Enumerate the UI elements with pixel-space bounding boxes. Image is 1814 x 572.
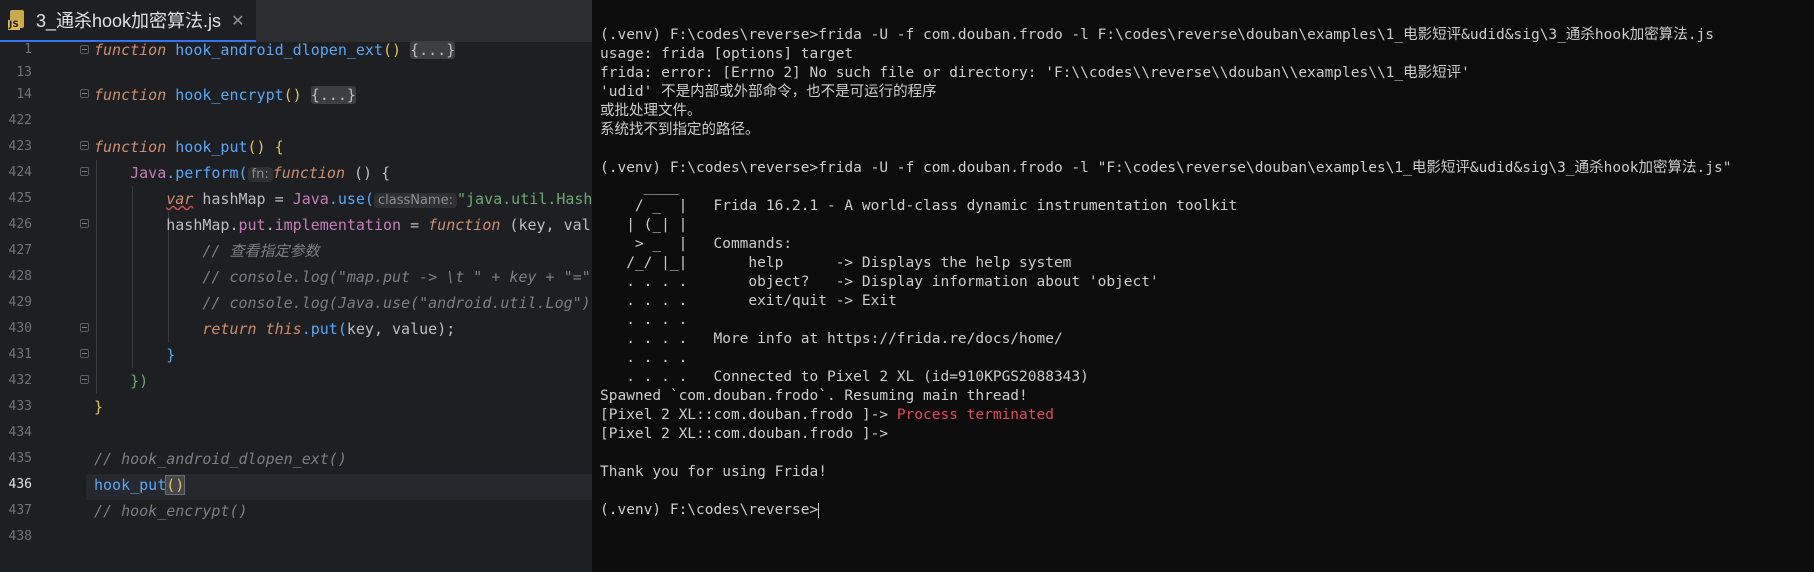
- code-line: function hook_put() {: [94, 138, 284, 156]
- line-number: 434: [8, 425, 32, 440]
- code-editor[interactable]: JS 3_通杀hook加密算法.js ✕ 1 13 14 422 423 424…: [0, 0, 592, 572]
- code-line: }: [166, 346, 176, 364]
- terminal-line: | (_| |: [600, 217, 688, 233]
- terminal-line: frida: error: [Errno 2] No such file or …: [600, 65, 1470, 81]
- terminal-line: /_/ |_| help -> Displays the help system: [600, 255, 1072, 271]
- line-number: 14: [16, 87, 32, 102]
- terminal-line: . . . . exit/quit -> Exit: [600, 293, 897, 309]
- line-number: 426: [8, 217, 32, 232]
- terminal-line: / _ | Frida 16.2.1 - A world-class dynam…: [600, 198, 1238, 214]
- text-cursor: [818, 502, 820, 518]
- terminal-line: > _ | Commands:: [600, 236, 793, 252]
- line-number: 437: [8, 503, 32, 518]
- line-number: 431: [8, 347, 32, 362]
- line-number: 428: [8, 269, 32, 284]
- editor-tab[interactable]: JS 3_通杀hook加密算法.js ✕: [0, 0, 257, 42]
- code-line: }: [94, 398, 104, 416]
- line-number: 424: [8, 165, 32, 180]
- terminal-line: usage: frida [options] target: [600, 46, 854, 62]
- code-line: function hook_encrypt() {...}: [94, 86, 356, 104]
- terminal-line: ____: [600, 179, 679, 195]
- terminal-line: . . . .: [600, 312, 688, 328]
- terminal-line: (.venv) F:\codes\reverse>frida -U -f com…: [600, 27, 1714, 43]
- line-number: 435: [8, 451, 32, 466]
- code-line: var hashMap = Java.use(className: "java.u…: [166, 190, 592, 208]
- line-number: 430: [8, 321, 32, 336]
- close-icon[interactable]: ✕: [231, 11, 244, 30]
- line-number: 436: [8, 477, 32, 492]
- code-area[interactable]: function hook_android_dlopen_ext() {...}…: [86, 41, 592, 572]
- terminal-line: [Pixel 2 XL::com.douban.frodo ]->: [600, 426, 889, 442]
- line-number: 433: [8, 399, 32, 414]
- tab-title: 3_通杀hook加密算法.js: [36, 11, 222, 31]
- code-line: // hook_android_dlopen_ext(): [94, 450, 347, 468]
- terminal-line: Thank you for using Frida!: [600, 464, 827, 480]
- line-number: 429: [8, 295, 32, 310]
- code-line: Java.perform(fn: function () {: [130, 164, 391, 182]
- code-line: }): [130, 372, 149, 390]
- line-number: 427: [8, 243, 32, 258]
- terminal-line: Spawned `com.douban.frodo`. Resuming mai…: [600, 388, 1028, 404]
- frida-prompt: [Pixel 2 XL::com.douban.frodo ]->: [600, 407, 897, 423]
- line-number-gutter: 1 13 14 422 423 424 425 426 427 428 429 …: [0, 42, 89, 572]
- terminal-line: 'udid' 不是内部或外部命令，也不是可运行的程序: [600, 84, 937, 100]
- js-file-icon: JS: [8, 10, 28, 30]
- param-hint: fn:: [247, 167, 273, 182]
- terminal-window[interactable]: (.venv) F:\codes\reverse>frida -U -f com…: [592, 0, 1814, 572]
- process-terminated-status: Process terminated: [896, 407, 1054, 423]
- line-number: 422: [8, 113, 32, 128]
- terminal-line: . . . . object? -> Display information a…: [600, 274, 1159, 290]
- code-line: // hook_encrypt(): [94, 502, 248, 520]
- terminal-line: . . . .: [600, 350, 688, 366]
- code-line: function hook_android_dlopen_ext() {...}: [94, 41, 456, 59]
- terminal-line: (.venv) F:\codes\reverse>frida -U -f com…: [600, 160, 1732, 176]
- terminal-line: . . . . More info at https://frida.re/do…: [600, 331, 1063, 347]
- terminal-line: 或批处理文件。: [600, 103, 702, 119]
- code-line: // 查看指定参数: [202, 242, 320, 260]
- code-line: hashMap.put.implementation = function (k…: [166, 216, 592, 234]
- line-number: 432: [8, 373, 32, 388]
- line-number: 423: [8, 139, 32, 154]
- code-line: // console.log("map.put -> \t " + key + …: [202, 268, 591, 286]
- param-hint: className:: [373, 193, 457, 208]
- terminal-output: (.venv) F:\codes\reverse>frida -U -f com…: [600, 26, 1731, 520]
- terminal-line: . . . . Connected to Pixel 2 XL (id=910K…: [600, 369, 1089, 385]
- shell-prompt: (.venv) F:\codes\reverse>: [600, 502, 819, 518]
- line-number: 438: [8, 529, 32, 544]
- code-line: // console.log(Java.use("android.util.Lo…: [202, 294, 592, 312]
- terminal-line: [Pixel 2 XL::com.douban.frodo ]-> Proces…: [600, 406, 1731, 425]
- terminal-line: 系统找不到指定的路径。: [600, 122, 760, 138]
- line-number: 425: [8, 191, 32, 206]
- code-line: return this.put(key, value);: [202, 320, 456, 338]
- terminal-input-line[interactable]: (.venv) F:\codes\reverse>: [600, 501, 1731, 520]
- code-line: hook_put(): [94, 475, 186, 495]
